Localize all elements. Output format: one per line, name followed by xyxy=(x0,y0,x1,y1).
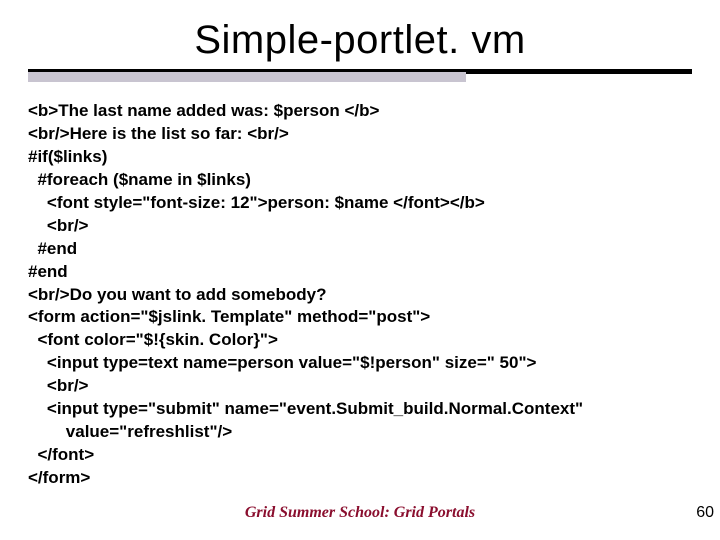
slide-title: Simple-portlet. vm xyxy=(0,18,720,63)
title-area: Simple-portlet. vm xyxy=(0,0,720,63)
rule-shadow xyxy=(28,72,466,82)
footer-text: Grid Summer School: Grid Portals xyxy=(0,504,720,522)
title-underline xyxy=(28,69,692,82)
code-content: <b>The last name added was: $person </b>… xyxy=(28,100,692,490)
page-number: 60 xyxy=(696,504,714,522)
